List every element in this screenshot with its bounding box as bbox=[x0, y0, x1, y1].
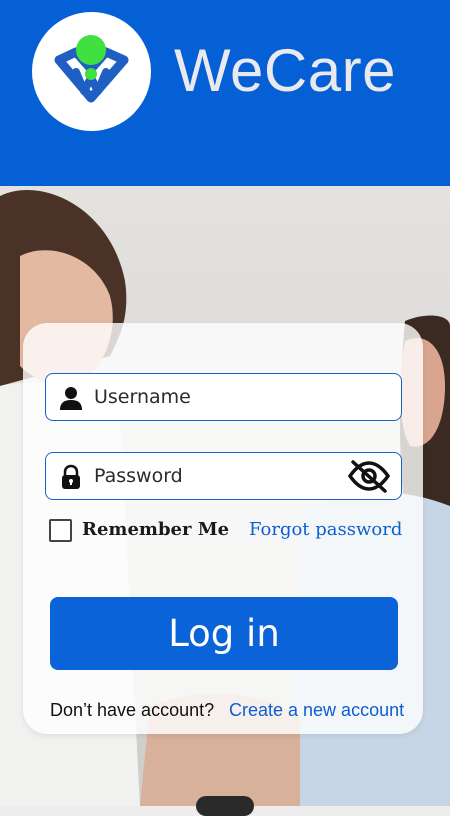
lock-icon bbox=[62, 464, 80, 489]
password-input[interactable] bbox=[94, 461, 334, 491]
user-icon bbox=[60, 387, 82, 410]
eye-off-icon[interactable] bbox=[347, 458, 391, 494]
app-header: WeCare bbox=[0, 0, 450, 186]
login-button[interactable]: Log in bbox=[50, 597, 398, 670]
username-input[interactable] bbox=[94, 382, 334, 412]
brand-name: WeCare bbox=[174, 37, 396, 104]
forgot-password-link[interactable]: Forgot password bbox=[249, 519, 402, 540]
remember-me-checkbox[interactable] bbox=[49, 519, 72, 542]
remember-me-label: Remember Me bbox=[82, 519, 230, 540]
password-field[interactable] bbox=[45, 452, 402, 500]
home-indicator bbox=[196, 796, 254, 816]
no-account-text: Don’t have account? bbox=[50, 700, 215, 720]
logo bbox=[32, 12, 151, 131]
wecare-logo-icon bbox=[54, 35, 129, 103]
create-account-link[interactable]: Create a new account bbox=[229, 700, 404, 721]
username-field[interactable] bbox=[45, 373, 402, 421]
